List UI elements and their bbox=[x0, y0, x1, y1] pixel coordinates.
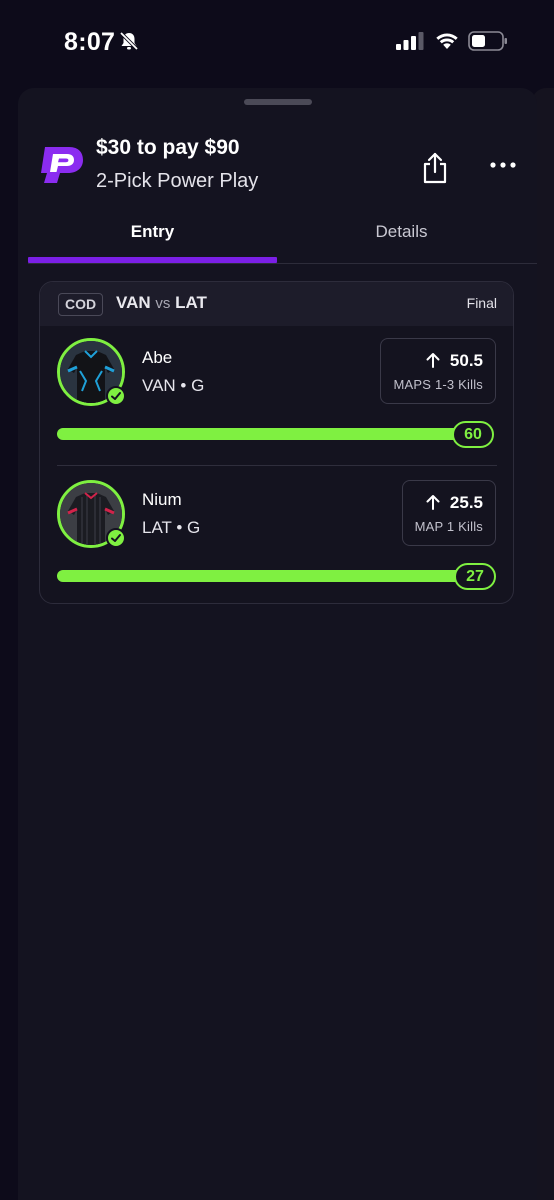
vs-label: vs bbox=[155, 295, 171, 312]
player-name: Nium bbox=[142, 490, 182, 509]
progress-bar bbox=[57, 428, 477, 440]
team-a: VAN bbox=[116, 293, 151, 312]
check-icon bbox=[106, 528, 126, 548]
check-icon bbox=[106, 386, 126, 406]
progress-fill bbox=[57, 570, 477, 582]
arrow-up-icon bbox=[426, 353, 440, 368]
status-time: 8:07 bbox=[64, 28, 116, 56]
player-team-position: LAT • G bbox=[142, 518, 201, 537]
prizepicks-logo bbox=[41, 147, 83, 183]
share-button[interactable] bbox=[418, 148, 452, 188]
projection-line: 50.5 bbox=[391, 351, 483, 371]
progress-fill bbox=[57, 428, 477, 440]
result-badge: 60 bbox=[452, 421, 494, 448]
arrow-up-icon bbox=[426, 495, 440, 510]
cellular-signal-icon bbox=[396, 32, 424, 50]
pick-row[interactable]: Abe VAN • G 50.5 MAPS 1-3 Kills 60 bbox=[40, 326, 513, 466]
team-b: LAT bbox=[175, 293, 207, 312]
game-card[interactable]: COD VAN vs LAT Final Abe VAN • G 50.5 MA… bbox=[39, 281, 514, 604]
projection-value: 50.5 bbox=[449, 351, 483, 370]
tab-bar: Entry Details bbox=[28, 212, 537, 264]
projection-value: 25.5 bbox=[449, 493, 483, 512]
result-badge: 27 bbox=[454, 563, 496, 590]
entry-subtitle: 2-Pick Power Play bbox=[96, 170, 259, 192]
stat-type: MAPS 1-3 Kills bbox=[393, 377, 483, 392]
tab-details[interactable]: Details bbox=[277, 212, 526, 264]
player-team-position: VAN • G bbox=[142, 376, 205, 395]
active-tab-indicator bbox=[28, 257, 277, 263]
progress-bar bbox=[57, 570, 477, 582]
projection-line: 25.5 bbox=[413, 493, 483, 513]
share-icon bbox=[423, 152, 447, 184]
stat-type: MAP 1 Kills bbox=[414, 519, 483, 534]
entry-sheet: $30 to pay $90 2-Pick Power Play Entry D… bbox=[18, 88, 537, 1200]
pick-row[interactable]: Nium LAT • G 25.5 MAP 1 Kills 27 bbox=[40, 468, 513, 603]
game-status: Final bbox=[466, 295, 497, 311]
projection-box: 25.5 MAP 1 Kills bbox=[402, 480, 496, 546]
pick-divider bbox=[57, 465, 497, 466]
bell-slash-icon bbox=[119, 31, 139, 51]
player-name: Abe bbox=[142, 348, 173, 367]
game-card-header: COD VAN vs LAT Final bbox=[40, 282, 513, 326]
league-badge: COD bbox=[58, 293, 104, 316]
projection-box: 50.5 MAPS 1-3 Kills bbox=[380, 338, 496, 404]
more-button[interactable] bbox=[486, 148, 520, 182]
screen: 8:07 $30 to pay $90 2-Pick Power Play En… bbox=[0, 0, 554, 1200]
battery-icon bbox=[468, 31, 507, 51]
more-icon bbox=[490, 162, 516, 168]
matchup: VAN vs LAT bbox=[116, 293, 207, 313]
sheet-grabber[interactable] bbox=[244, 99, 312, 105]
wifi-icon bbox=[436, 33, 458, 49]
entry-title: $30 to pay $90 bbox=[96, 136, 240, 159]
status-bar: 8:07 bbox=[0, 0, 554, 80]
